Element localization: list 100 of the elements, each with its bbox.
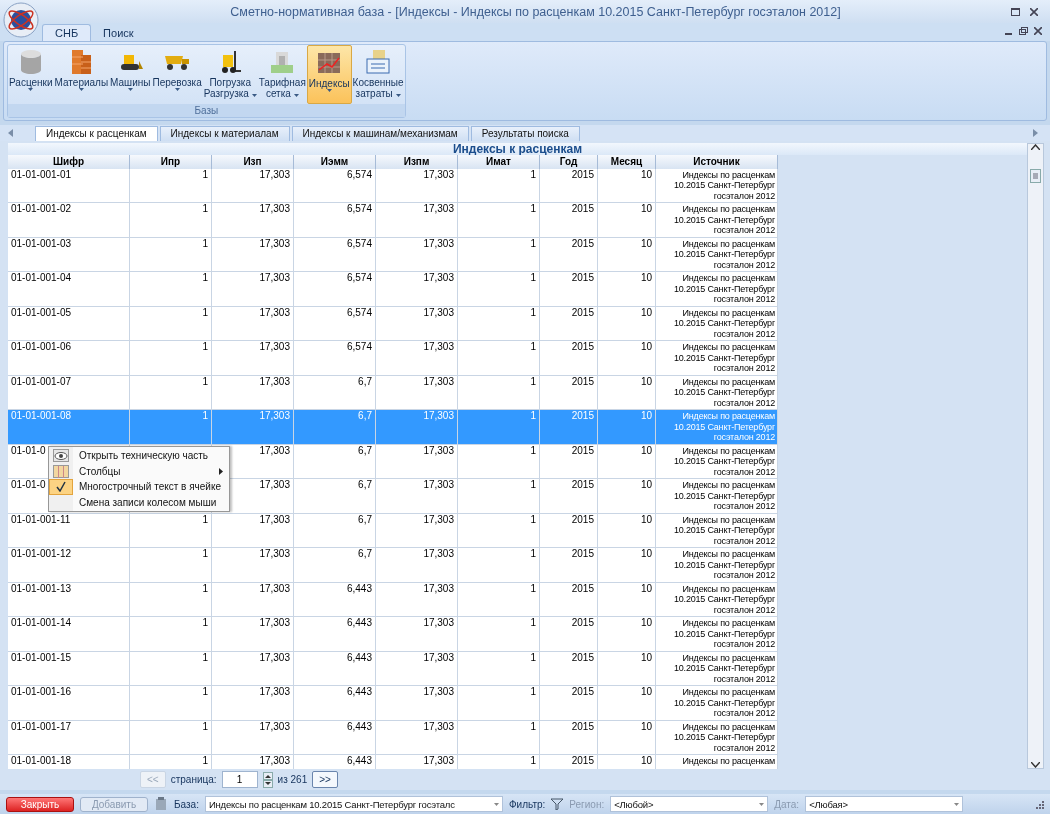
table-cell: Индексы по расценкам 10.2015 Санкт-Петербург госэталон 2012 [656, 272, 778, 307]
table-cell: 2015 [540, 686, 598, 721]
field-label: Регион: [569, 798, 605, 810]
ribbon-button[interactable]: Перевозка [151, 45, 203, 105]
table-cell: 1 [130, 617, 212, 652]
scroll-left-icon[interactable] [8, 129, 13, 138]
table-row[interactable]: 01-01-001-11 1 17,303 6,7 17,303 1 2015 10 Индексы по расценкам 10.2015 Санкт-Петербург госэталон 2012 [8, 513, 778, 549]
table-cell: 2015 [540, 617, 598, 652]
next-page-button[interactable]: >> [312, 771, 338, 789]
table-row[interactable]: 01-01-001-02 1 17,303 6,574 17,303 1 2015 10 Индексы по расценкам 10.2015 Санкт-Петербург госэталон 2012 [8, 203, 778, 238]
scroll-up-icon[interactable] [1031, 143, 1040, 150]
ribbon-button[interactable]: Индексы [306, 45, 352, 105]
ribbon-button[interactable]: Погрузка Разгрузка [202, 45, 258, 105]
caret-icon [174, 88, 180, 92]
table-cell: 10 [598, 617, 656, 652]
table-row[interactable]: 01-01-001-17 1 17,303 6,443 17,303 1 2015 10 Индексы по расценкам 10.2015 Санкт-Петербург госэталон 2012 [8, 720, 778, 756]
table-row[interactable]: 01-01-001-04 1 17,303 6,574 17,303 1 2015 10 Индексы по расценкам 10.2015 Санкт-Петербург госэталон 2012 [8, 272, 778, 307]
table-cell: Индексы по расценкам 10.2015 Санкт-Петербург госэталон 2012 [656, 548, 778, 583]
scroll-down-icon[interactable] [1031, 761, 1040, 768]
ribbon-button[interactable]: Косвенные затраты [351, 45, 405, 105]
caret-icon [293, 94, 299, 98]
table-row[interactable]: 01-01-001-01 1 17,303 6,574 17,303 1 2015 10 Индексы по расценкам 10.2015 Санкт-Петербург госэталон 2012 [8, 168, 778, 204]
ribbon-button[interactable]: Тарифная сетка [257, 45, 307, 105]
scroll-thumb-icon[interactable] [1030, 168, 1041, 183]
table-row[interactable]: 01-01-001-13 1 17,303 6,443 17,303 1 2015 10 Индексы по расценкам 10.2015 Санкт-Петербург госэталон 2012 [8, 582, 778, 618]
table-cell: 01-01-001-06 [8, 341, 130, 376]
table-cell: 17,303 [212, 617, 294, 652]
ribbon-button[interactable]: Машины [109, 45, 152, 105]
table-cell: 1 [458, 203, 540, 238]
clipboard-icon[interactable] [154, 797, 168, 812]
eye-icon [53, 449, 69, 463]
table-cell: 6,443 [294, 617, 376, 652]
table-cell: 1 [458, 272, 540, 307]
scroll-right-icon[interactable] [1033, 129, 1038, 138]
table-cell: Индексы по расценкам 10.2015 Санкт-Петербург госэталон 2012 [656, 410, 778, 445]
page-label: страница: [170, 774, 217, 786]
table-cell: 01-01-001-12 [8, 548, 130, 583]
group-label: Базы [8, 104, 405, 118]
table-cell: Индексы по расценкам 10.2015 Санкт-Петербург госэталон 2012 [656, 203, 778, 238]
resize-grip-icon[interactable] [1034, 799, 1044, 810]
document-tab[interactable]: Индексы к машинам/механизмам [291, 125, 469, 141]
table-cell: 1 [130, 341, 212, 376]
spinner-icon[interactable] [262, 771, 273, 788]
field-label: Фильтр: [508, 798, 546, 810]
maximize-icon[interactable] [1011, 7, 1020, 16]
checkmark-icon [56, 481, 66, 493]
table-row[interactable]: 01-01-001-03 1 17,303 6,574 17,303 1 2015 10 Индексы по расценкам 10.2015 Санкт-Петербург госэталон 2012 [8, 237, 778, 273]
table-cell: 17,303 [212, 410, 294, 445]
filter-icon[interactable] [551, 798, 564, 811]
ribbon-tab[interactable]: Поиск [91, 25, 146, 42]
close-button[interactable]: Закрыть [6, 796, 74, 812]
close-icon[interactable] [1034, 27, 1042, 36]
scrollbar[interactable] [1027, 142, 1044, 769]
caret-icon [954, 802, 960, 806]
table-cell: 1 [458, 479, 540, 514]
table-cell: 1 [458, 548, 540, 583]
document-tab[interactable]: Индексы к расценкам [35, 125, 158, 141]
table-cell: Индексы по расценкам 10.2015 Санкт-Петербург госэталон 2012 [656, 617, 778, 652]
document-tab[interactable]: Результаты поиска [470, 125, 580, 141]
table-row[interactable]: 01-01-001-16 1 17,303 6,443 17,303 1 2015 10 Индексы по расценкам 10.2015 Санкт-Петербург госэталон 2012 [8, 686, 778, 721]
table-cell: 2015 [540, 203, 598, 238]
table-row[interactable]: 01-01-001-18 1 17,303 6,443 17,303 1 2015 10 Индексы по расценкам [8, 755, 778, 769]
table-cell: 6,574 [294, 272, 376, 307]
page-input[interactable]: 1 [221, 771, 258, 789]
table-cell: 2015 [540, 410, 598, 445]
table-cell: 2015 [540, 272, 598, 307]
ribbon-button[interactable]: Расценки [8, 45, 54, 105]
table-cell: Индексы по расценкам 10.2015 Санкт-Петербург госэталон 2012 [656, 686, 778, 721]
table-cell: 6,574 [294, 341, 376, 376]
ribbon-tab[interactable]: СНБ [42, 24, 92, 42]
dropdown-field[interactable]: Индексы по расценкам 10.2015 Санкт-Петербург госэталс [204, 796, 503, 813]
table-cell: 1 [130, 686, 212, 721]
table-row[interactable]: 01-01-001-12 1 17,303 6,7 17,303 1 2015 10 Индексы по расценкам 10.2015 Санкт-Петербург госэталон 2012 [8, 548, 778, 583]
table-cell: 17,303 [376, 203, 458, 238]
document-tab[interactable]: Индексы к материалам [159, 125, 290, 141]
close-icon[interactable] [1030, 7, 1038, 16]
table-row[interactable]: 01-01-001-07 1 17,303 6,7 17,303 1 2015 10 Индексы по расценкам 10.2015 Санкт-Петербург госэталон 2012 [8, 375, 778, 411]
table-cell: 10 [598, 341, 656, 376]
table-cell: 6,7 [294, 548, 376, 583]
table-cell: 1 [130, 548, 212, 583]
caret-icon [395, 94, 401, 98]
table-cell: 2015 [540, 548, 598, 583]
restore-icon[interactable] [1019, 27, 1028, 36]
table-cell: 01-01-001-16 [8, 686, 130, 721]
window-title: Сметно-нормативная база - [Индексы - Индексы по расценкам 10.2015 Санкт-Петербург госэталон 2012] [229, 4, 842, 19]
table-cell: 17,303 [212, 686, 294, 721]
field-label: Дата: [774, 798, 800, 810]
table-cell: 1 [458, 686, 540, 721]
table-cell: 01-01-001-04 [8, 272, 130, 307]
table-row[interactable]: 01-01-001-15 1 17,303 6,443 17,303 1 2015 10 Индексы по расценкам 10.2015 Санкт-Петербург госэталон 2012 [8, 651, 778, 687]
table-row[interactable]: 01-01-001-14 1 17,303 6,443 17,303 1 2015 10 Индексы по расценкам 10.2015 Санкт-Петербург госэталон 2012 [8, 617, 778, 652]
page-total: из 261 [277, 774, 308, 786]
table-row[interactable]: 01-01-001-06 1 17,303 6,574 17,303 1 2015 10 Индексы по расценкам 10.2015 Санкт-Петербург госэталон 2012 [8, 341, 778, 376]
table-cell: 17,303 [212, 203, 294, 238]
ribbon-button[interactable]: Материалы [53, 45, 110, 105]
table-row[interactable]: 01-01-001-05 1 17,303 6,574 17,303 1 2015 10 Индексы по расценкам 10.2015 Санкт-Петербург госэталон 2012 [8, 306, 778, 342]
table-cell: 17,303 [376, 548, 458, 583]
table-cell: 6,443 [294, 686, 376, 721]
caret-icon [251, 94, 257, 98]
table-cell: 1 [130, 410, 212, 445]
